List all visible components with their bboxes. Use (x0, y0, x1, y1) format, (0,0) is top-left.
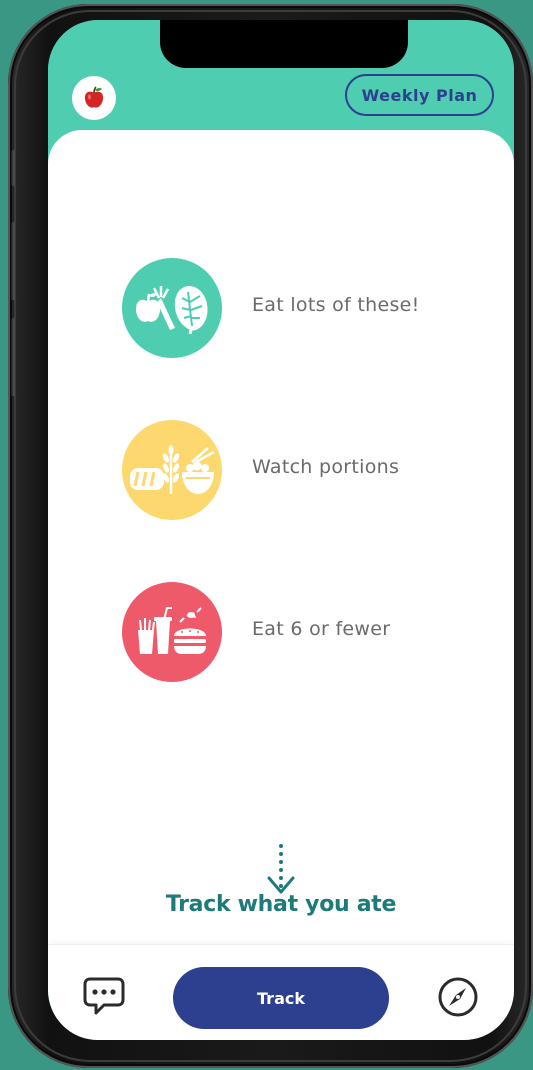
food-group-row[interactable]: Watch portions (122, 420, 502, 542)
grains-icon (122, 420, 222, 542)
fruits-vegetables-icon (122, 258, 222, 380)
chat-button[interactable] (82, 973, 126, 1017)
notch (160, 20, 408, 68)
arrow-down-icon (267, 844, 295, 894)
apple-icon (84, 86, 104, 108)
content-card: Eat lots of these! Watch portions Eat 6 … (48, 130, 514, 950)
food-group-label: Eat lots of these! (252, 294, 420, 316)
chat-icon (83, 977, 125, 1015)
food-group-label: Eat 6 or fewer (252, 618, 391, 640)
volume-down-button (11, 318, 17, 396)
compass-icon (438, 977, 478, 1017)
mute-switch (11, 150, 17, 186)
food-group-row[interactable]: Eat lots of these! (122, 258, 502, 380)
junk-food-icon (122, 582, 222, 704)
app-screen: Weekly Plan Eat lots of these! Watch por… (48, 20, 514, 1040)
track-button[interactable]: Track (173, 967, 389, 1029)
food-group-row[interactable]: Eat 6 or fewer (122, 582, 502, 704)
volume-up-button (11, 222, 17, 300)
compass-button[interactable] (436, 975, 480, 1019)
apple-logo-icon[interactable] (72, 76, 116, 120)
food-group-label: Watch portions (252, 456, 400, 478)
bottom-bar: Track (48, 944, 514, 1040)
weekly-plan-button[interactable]: Weekly Plan (345, 74, 494, 116)
